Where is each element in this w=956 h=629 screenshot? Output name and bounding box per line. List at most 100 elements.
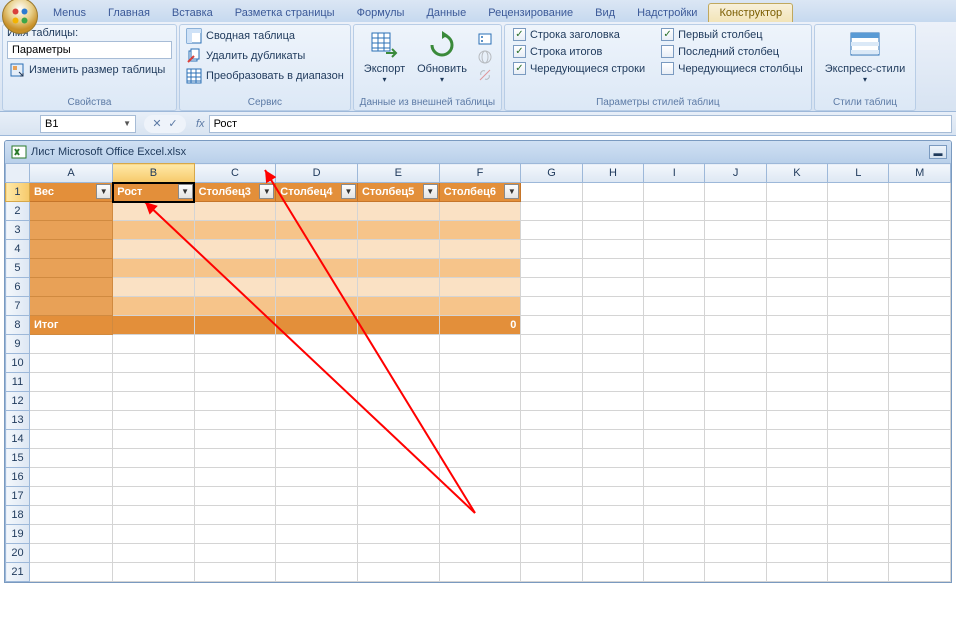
cell-L21[interactable] xyxy=(828,563,889,582)
row-header-15[interactable]: 15 xyxy=(6,449,30,468)
cell-I2[interactable] xyxy=(644,202,705,221)
cell-B21[interactable] xyxy=(113,563,194,582)
express-styles-button[interactable]: Экспресс-стили ▾ xyxy=(819,27,911,95)
properties-icon[interactable] xyxy=(477,31,493,47)
cell-K21[interactable] xyxy=(766,563,827,582)
cell-E3[interactable] xyxy=(357,221,439,240)
col-header-J[interactable]: J xyxy=(705,164,766,183)
tab-данные[interactable]: Данные xyxy=(415,3,477,22)
cell-L4[interactable] xyxy=(828,240,889,259)
cell-M15[interactable] xyxy=(889,449,951,468)
cell-M20[interactable] xyxy=(889,544,951,563)
cell-K7[interactable] xyxy=(766,297,827,316)
tab-главная[interactable]: Главная xyxy=(97,3,161,22)
cell-K4[interactable] xyxy=(766,240,827,259)
cell-L15[interactable] xyxy=(828,449,889,468)
cell-H10[interactable] xyxy=(582,354,643,373)
cell-F10[interactable] xyxy=(439,354,521,373)
cell-F3[interactable] xyxy=(439,221,521,240)
cell-C19[interactable] xyxy=(194,525,276,544)
cell-E2[interactable] xyxy=(357,202,439,221)
cell-G11[interactable] xyxy=(521,373,582,392)
cell-A9[interactable] xyxy=(29,335,112,354)
check-first-column[interactable]: ✓Первый столбец xyxy=(657,27,807,42)
cell-M18[interactable] xyxy=(889,506,951,525)
cell-L10[interactable] xyxy=(828,354,889,373)
col-header-I[interactable]: I xyxy=(644,164,705,183)
row-header-18[interactable]: 18 xyxy=(6,506,30,525)
cell-C12[interactable] xyxy=(194,392,276,411)
check-banded-cols[interactable]: Чередующиеся столбцы xyxy=(657,61,807,76)
row-header-21[interactable]: 21 xyxy=(6,563,30,582)
cell-J21[interactable] xyxy=(705,563,766,582)
cell-G21[interactable] xyxy=(521,563,582,582)
cell-C21[interactable] xyxy=(194,563,276,582)
cell-G2[interactable] xyxy=(521,202,582,221)
cell-B12[interactable] xyxy=(113,392,194,411)
cell-M8[interactable] xyxy=(889,316,951,335)
cell-J16[interactable] xyxy=(705,468,766,487)
cell-H1[interactable] xyxy=(582,183,643,202)
cell-C13[interactable] xyxy=(194,411,276,430)
cell-C10[interactable] xyxy=(194,354,276,373)
cell-G16[interactable] xyxy=(521,468,582,487)
cell-H3[interactable] xyxy=(582,221,643,240)
cell-C15[interactable] xyxy=(194,449,276,468)
cell-F14[interactable] xyxy=(439,430,521,449)
cell-J5[interactable] xyxy=(705,259,766,278)
row-header-8[interactable]: 8 xyxy=(6,316,30,335)
cell-D10[interactable] xyxy=(276,354,358,373)
cell-I15[interactable] xyxy=(644,449,705,468)
cell-F19[interactable] xyxy=(439,525,521,544)
col-header-G[interactable]: G xyxy=(521,164,582,183)
cell-C14[interactable] xyxy=(194,430,276,449)
cell-M19[interactable] xyxy=(889,525,951,544)
cell-I3[interactable] xyxy=(644,221,705,240)
cell-J10[interactable] xyxy=(705,354,766,373)
cell-D14[interactable] xyxy=(276,430,358,449)
row-header-1[interactable]: 1 xyxy=(6,183,30,202)
col-header-D[interactable]: D xyxy=(276,164,358,183)
cell-G14[interactable] xyxy=(521,430,582,449)
cell-L11[interactable] xyxy=(828,373,889,392)
cell-F18[interactable] xyxy=(439,506,521,525)
cell-M1[interactable] xyxy=(889,183,951,202)
cell-F17[interactable] xyxy=(439,487,521,506)
cell-M3[interactable] xyxy=(889,221,951,240)
cell-L3[interactable] xyxy=(828,221,889,240)
cell-I13[interactable] xyxy=(644,411,705,430)
cell-H15[interactable] xyxy=(582,449,643,468)
cell-H21[interactable] xyxy=(582,563,643,582)
cell-L1[interactable] xyxy=(828,183,889,202)
cell-F2[interactable] xyxy=(439,202,521,221)
cell-G9[interactable] xyxy=(521,335,582,354)
cell-C17[interactable] xyxy=(194,487,276,506)
cell-D9[interactable] xyxy=(276,335,358,354)
cell-H5[interactable] xyxy=(582,259,643,278)
tab-вид[interactable]: Вид xyxy=(584,3,626,22)
cell-G6[interactable] xyxy=(521,278,582,297)
cell-K19[interactable] xyxy=(766,525,827,544)
cell-G8[interactable] xyxy=(521,316,582,335)
cell-M7[interactable] xyxy=(889,297,951,316)
cell-A17[interactable] xyxy=(29,487,112,506)
cell-J14[interactable] xyxy=(705,430,766,449)
cell-M14[interactable] xyxy=(889,430,951,449)
cell-I10[interactable] xyxy=(644,354,705,373)
cell-E1[interactable]: Столбец5▼ xyxy=(357,183,439,202)
cell-L13[interactable] xyxy=(828,411,889,430)
unlink-icon[interactable] xyxy=(477,67,493,83)
cell-B5[interactable] xyxy=(113,259,194,278)
formula-input[interactable] xyxy=(209,115,952,133)
cell-L20[interactable] xyxy=(828,544,889,563)
cell-G15[interactable] xyxy=(521,449,582,468)
cell-B14[interactable] xyxy=(113,430,194,449)
cell-I9[interactable] xyxy=(644,335,705,354)
cell-M21[interactable] xyxy=(889,563,951,582)
worksheet-area[interactable]: ABCDEFGHIJKLM1Вес▼Рост▼Столбец3▼Столбец4… xyxy=(5,163,951,582)
cell-H16[interactable] xyxy=(582,468,643,487)
cell-H18[interactable] xyxy=(582,506,643,525)
cell-I1[interactable] xyxy=(644,183,705,202)
cell-C8[interactable] xyxy=(194,316,276,335)
row-header-17[interactable]: 17 xyxy=(6,487,30,506)
